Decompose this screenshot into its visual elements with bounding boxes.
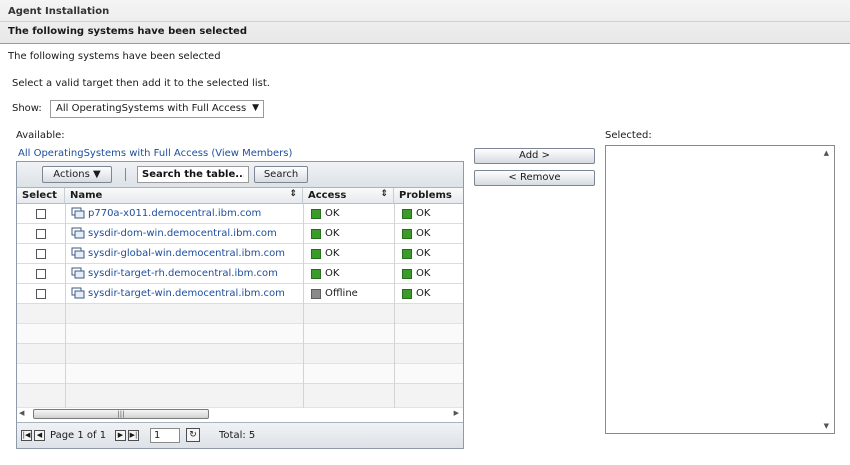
access-status: OK <box>325 228 340 239</box>
system-name[interactable]: p770a-x011.democentral.ibm.com <box>88 208 261 219</box>
window-subtitle: The following systems have been selected <box>0 21 850 41</box>
system-name[interactable]: sysdir-target-win.democentral.ibm.com <box>88 288 285 299</box>
ok-status-icon <box>311 249 321 259</box>
server-icon <box>71 247 85 259</box>
table-row[interactable]: sysdir-dom-win.democentral.ibm.com OK OK <box>17 224 463 244</box>
page-number-input[interactable]: 1 <box>150 428 180 443</box>
view-members-link[interactable]: (View Members) <box>211 148 292 159</box>
problems-status: OK <box>416 288 431 299</box>
page-indicator: Page 1 of 1 <box>50 430 107 441</box>
empty-row <box>17 304 463 324</box>
table-row[interactable]: sysdir-target-win.democentral.ibm.com Of… <box>17 284 463 304</box>
ok-status-icon <box>311 209 321 219</box>
sort-icon[interactable]: ⇕ <box>380 189 388 199</box>
access-status: OK <box>325 208 340 219</box>
scroll-up-icon[interactable]: ▲ <box>824 149 829 157</box>
server-icon <box>71 267 85 279</box>
show-label: Show: <box>12 103 42 114</box>
title-bar: Agent Installation The following systems… <box>0 0 850 44</box>
available-systems-table: Actions ▼ Search Select Name ⇕ Access ⇕ … <box>16 161 464 449</box>
empty-row <box>17 344 463 364</box>
ok-status-icon <box>402 289 412 299</box>
show-filter-value: All OperatingSystems with Full Access <box>56 103 247 114</box>
first-page-icon[interactable]: |◀ <box>21 430 32 441</box>
last-page-icon[interactable]: ▶| <box>128 430 139 441</box>
search-input[interactable] <box>137 166 249 183</box>
selected-systems-list[interactable]: ▲ ▼ <box>605 145 835 434</box>
ok-status-icon <box>402 269 412 279</box>
window-title: Agent Installation <box>8 6 110 17</box>
row-checkbox[interactable] <box>36 289 46 299</box>
ok-status-icon <box>311 269 321 279</box>
add-button[interactable]: Add > <box>474 148 595 164</box>
empty-row <box>17 324 463 344</box>
system-name[interactable]: sysdir-target-rh.democentral.ibm.com <box>88 268 278 279</box>
system-name[interactable]: sysdir-dom-win.democentral.ibm.com <box>88 228 277 239</box>
offline-status-icon <box>311 289 321 299</box>
problems-status: OK <box>416 268 431 279</box>
column-divider <box>303 204 304 412</box>
scroll-left-icon[interactable]: ◀ <box>19 409 24 417</box>
table-row[interactable]: sysdir-global-win.democentral.ibm.com OK… <box>17 244 463 264</box>
problems-column-header: Problems <box>394 188 463 204</box>
ok-status-icon <box>311 229 321 239</box>
group-link[interactable]: All OperatingSystems with Full Access <box>18 148 208 159</box>
scroll-down-icon[interactable]: ▼ <box>824 422 829 430</box>
server-icon <box>71 287 85 299</box>
column-divider <box>65 204 66 412</box>
name-column-header[interactable]: Name ⇕ <box>65 188 303 204</box>
row-checkbox[interactable] <box>36 269 46 279</box>
problems-status: OK <box>416 248 431 259</box>
row-checkbox[interactable] <box>36 249 46 259</box>
available-group-line: All OperatingSystems with Full Access (V… <box>18 148 292 159</box>
sort-icon[interactable]: ⇕ <box>289 189 297 199</box>
problems-status: OK <box>416 228 431 239</box>
selected-label: Selected: <box>605 130 652 141</box>
access-status: OK <box>325 248 340 259</box>
search-button[interactable]: Search <box>254 166 308 183</box>
table-toolbar: Actions ▼ Search <box>17 162 463 188</box>
instruction-text: Select a valid target then add it to the… <box>12 78 270 89</box>
ok-status-icon <box>402 249 412 259</box>
system-name[interactable]: sysdir-global-win.democentral.ibm.com <box>88 248 285 259</box>
previous-page-icon[interactable]: ◀ <box>34 430 45 441</box>
access-status: Offline <box>325 288 358 299</box>
total-count: Total: 5 <box>219 430 256 441</box>
toolbar-divider <box>125 168 126 181</box>
access-header-label: Access <box>308 190 347 201</box>
select-column-header: Select <box>17 188 65 204</box>
actions-button[interactable]: Actions ▼ <box>42 166 112 183</box>
server-icon <box>71 207 85 219</box>
ok-status-icon <box>402 229 412 239</box>
show-filter-select[interactable]: All OperatingSystems with Full Access ▼ <box>50 100 264 118</box>
ok-status-icon <box>402 209 412 219</box>
problems-status: OK <box>416 208 431 219</box>
available-label: Available: <box>16 130 65 141</box>
row-checkbox[interactable] <box>36 229 46 239</box>
chevron-down-icon: ▼ <box>252 103 259 113</box>
empty-row <box>17 364 463 384</box>
column-divider <box>394 204 395 412</box>
row-checkbox[interactable] <box>36 209 46 219</box>
access-status: OK <box>325 268 340 279</box>
name-header-label: Name <box>70 190 103 201</box>
next-page-icon[interactable]: ▶ <box>115 430 126 441</box>
empty-row <box>17 384 463 408</box>
scroll-right-icon[interactable]: ▶ <box>454 409 459 417</box>
page-heading: The following systems have been selected <box>8 51 221 62</box>
table-row[interactable]: p770a-x011.democentral.ibm.com OK OK <box>17 204 463 224</box>
table-row[interactable]: sysdir-target-rh.democentral.ibm.com OK … <box>17 264 463 284</box>
remove-button[interactable]: < Remove <box>474 170 595 186</box>
actions-label: Actions <box>53 169 90 180</box>
access-column-header[interactable]: Access ⇕ <box>303 188 394 204</box>
chevron-down-icon: ▼ <box>93 169 101 180</box>
server-icon <box>71 227 85 239</box>
horizontal-scrollbar[interactable]: ◀ ||| ▶ <box>17 408 463 420</box>
table-pager: |◀ ◀ Page 1 of 1 ▶ ▶| 1 ↻ Total: 5 <box>17 422 463 448</box>
scrollbar-thumb[interactable]: ||| <box>33 409 209 419</box>
go-page-icon[interactable]: ↻ <box>186 428 200 442</box>
